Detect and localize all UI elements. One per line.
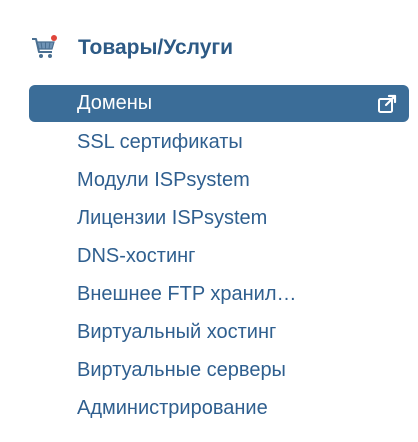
menu-item-label: Администрирование [77,397,268,419]
menu-item-label: Виртуальные серверы [77,359,286,381]
section-title: Товары/Услуги [78,36,234,59]
menu-item-administration[interactable]: Администрирование [29,389,409,427]
menu-item-label: Домены [77,92,153,114]
external-link-icon[interactable] [377,94,397,114]
menu-item-label: Виртуальный хостинг [77,321,277,343]
menu-item-virtual-servers[interactable]: Виртуальные серверы [29,351,409,389]
menu-item-external-ftp-storage[interactable]: Внешнее FTP хранил… [29,275,409,313]
menu-item-label: DNS-хостинг [77,245,196,267]
menu-item-label: Лицензии ISPsystem [77,207,268,229]
menu-item-domains[interactable]: Домены [29,85,409,122]
menu-item-virtual-hosting[interactable]: Виртуальный хостинг [29,313,409,351]
menu-item-ispsystem-modules[interactable]: Модули ISPsystem [29,161,409,199]
menu-item-ssl-certificates[interactable]: SSL сертификаты [29,123,409,161]
menu-item-label: Модули ISPsystem [77,169,250,191]
section-header[interactable]: Товары/Услуги [30,31,390,65]
menu-item-ispsystem-licenses[interactable]: Лицензии ISPsystem [29,199,409,237]
services-menu: Домены SSL сертификаты Модули ISPsystem … [29,85,409,427]
menu-item-label: Внешнее FTP хранил… [77,283,297,305]
services-menu-panel: Товары/Услуги Домены SSL сертификаты Мод… [0,0,418,442]
menu-item-dns-hosting[interactable]: DNS-хостинг [29,237,409,275]
menu-item-label: SSL сертификаты [77,131,243,153]
shopping-cart-icon [32,35,57,58]
